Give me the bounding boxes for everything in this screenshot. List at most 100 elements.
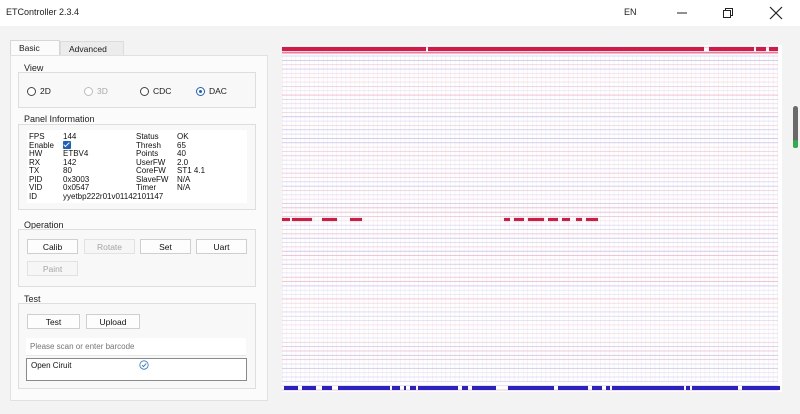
heatmap-column bbox=[718, 55, 719, 382]
heatmap-column bbox=[527, 55, 528, 382]
heatmap-column bbox=[609, 55, 610, 382]
heatmap-row bbox=[282, 237, 778, 239]
heatmap-hot-row-mid bbox=[292, 218, 312, 221]
language-selector[interactable]: EN bbox=[624, 7, 637, 17]
heatmap-column bbox=[641, 55, 642, 382]
heatmap-row bbox=[282, 268, 778, 269]
heatmap-hot-row-mid bbox=[528, 218, 544, 221]
panel-info-title: Panel Information bbox=[24, 114, 95, 124]
heatmap-row bbox=[282, 285, 778, 287]
heatmap-cold-row-bottom bbox=[472, 386, 496, 390]
heatmap-column bbox=[472, 55, 474, 382]
radio-dac[interactable]: DAC bbox=[196, 86, 227, 96]
heatmap-hot-row-mid bbox=[282, 218, 290, 221]
calib-button[interactable]: Calib bbox=[27, 239, 78, 254]
heatmap-column bbox=[291, 55, 292, 382]
heatmap-column bbox=[772, 55, 774, 382]
close-icon bbox=[769, 6, 783, 20]
heatmap-hot-row-top bbox=[282, 47, 426, 51]
heatmap-column bbox=[341, 55, 342, 382]
heatmap-column bbox=[404, 55, 406, 382]
heatmap-cold-row-bottom bbox=[692, 386, 738, 390]
heatmap-column bbox=[436, 55, 438, 382]
heatmap-column bbox=[682, 55, 683, 382]
heatmap-row bbox=[282, 51, 778, 53]
heatmap-row bbox=[282, 315, 778, 317]
heatmap-column bbox=[422, 55, 424, 382]
heatmap-row bbox=[282, 250, 778, 252]
heatmap-column bbox=[709, 55, 710, 382]
upload-button[interactable]: Upload bbox=[86, 314, 140, 329]
heatmap-row bbox=[282, 99, 778, 100]
restore-button[interactable] bbox=[708, 2, 748, 24]
barcode-input[interactable] bbox=[26, 338, 246, 356]
heatmap-row bbox=[282, 363, 778, 365]
minimize-button[interactable] bbox=[662, 2, 702, 24]
heatmap-row bbox=[282, 272, 778, 274]
info-value: yyetbp222r01v01142101147 bbox=[63, 191, 164, 201]
heatmap-row bbox=[282, 350, 778, 352]
heatmap-column bbox=[313, 55, 315, 382]
set-button[interactable]: Set bbox=[140, 239, 191, 254]
uart-button[interactable]: Uart bbox=[196, 239, 247, 254]
heatmap-column bbox=[572, 55, 574, 382]
heatmap-cold-row-bottom bbox=[410, 386, 416, 390]
heatmap-column bbox=[386, 55, 388, 382]
heatmap-column bbox=[745, 55, 747, 382]
tab-basic[interactable]: Basic bbox=[10, 40, 60, 55]
heatmap-row bbox=[282, 224, 778, 226]
heatmap-row bbox=[282, 211, 778, 213]
heatmap-column bbox=[691, 55, 692, 382]
heatmap-row bbox=[282, 337, 778, 339]
heatmap-column bbox=[618, 55, 619, 382]
heatmap-row bbox=[282, 168, 778, 170]
heatmap-column bbox=[395, 55, 397, 382]
info-key: ID bbox=[29, 191, 37, 201]
heatmap-row bbox=[282, 255, 778, 256]
heatmap-cold-row-bottom bbox=[302, 386, 316, 390]
heatmap-row bbox=[282, 216, 778, 217]
heatmap-canvas bbox=[282, 46, 780, 391]
heatmap-column bbox=[459, 55, 460, 382]
tab-advanced[interactable]: Advanced bbox=[60, 41, 124, 55]
heatmap-row bbox=[282, 138, 778, 139]
heatmap-row bbox=[282, 112, 778, 113]
heatmap-row bbox=[282, 107, 778, 109]
heatmap-hot-row-mid bbox=[514, 218, 524, 221]
heatmap-row bbox=[282, 302, 778, 304]
heatmap-column bbox=[763, 55, 765, 382]
heatmap-row bbox=[282, 333, 778, 335]
heatmap-warm-row bbox=[282, 52, 778, 54]
heatmap-row bbox=[282, 276, 778, 278]
radio-cdc[interactable]: CDC bbox=[140, 86, 171, 96]
heatmap-cold-row-bottom bbox=[284, 386, 298, 390]
heatmap-row bbox=[282, 320, 778, 322]
heatmap-row bbox=[282, 203, 778, 204]
heatmap-column bbox=[750, 55, 751, 382]
heatmap-row bbox=[282, 242, 778, 243]
heatmap-column bbox=[632, 55, 633, 382]
heatmap-row bbox=[282, 194, 778, 196]
heatmap-row bbox=[282, 125, 778, 126]
heatmap-row bbox=[282, 380, 778, 382]
heatmap-column bbox=[713, 55, 715, 382]
test-button[interactable]: Test bbox=[27, 314, 80, 329]
close-button[interactable] bbox=[756, 2, 796, 24]
heatmap-hot-row-mid bbox=[576, 218, 582, 221]
heatmap-row bbox=[282, 354, 778, 356]
heatmap-row bbox=[282, 289, 778, 291]
heatmap-column bbox=[441, 55, 442, 382]
heatmap-row bbox=[282, 359, 778, 361]
radio-circle bbox=[27, 86, 36, 96]
radio-2d[interactable]: 2D bbox=[27, 86, 51, 96]
enable-checkbox[interactable] bbox=[63, 140, 71, 149]
heatmap-column bbox=[727, 55, 728, 382]
info-row-id: ID yyetbp222r01v01142101147 bbox=[29, 192, 163, 201]
info-row-timer: Timer N/A bbox=[136, 183, 190, 192]
heatmap-column bbox=[454, 55, 456, 382]
heatmap-cold-row-bottom bbox=[742, 386, 780, 390]
heatmap-row bbox=[282, 94, 778, 96]
heatmap-row bbox=[282, 385, 778, 387]
heatmap-column bbox=[636, 55, 638, 382]
heatmap-cold-row-bottom bbox=[404, 386, 406, 390]
